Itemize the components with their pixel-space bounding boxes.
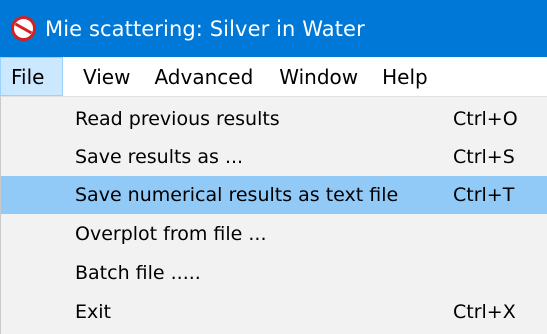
menu-advanced[interactable]: Advanced	[154, 57, 253, 96]
menu-help[interactable]: Help	[382, 57, 428, 96]
menu-item-shortcut: Ctrl+S	[453, 146, 515, 168]
menu-item-label: Read previous results	[75, 108, 280, 130]
file-dropdown-menu: Read previous results Ctrl+O Save result…	[0, 96, 547, 334]
menu-file[interactable]: File	[0, 57, 63, 96]
menu-item-label: Overplot from file ...	[75, 223, 267, 245]
menu-window[interactable]: Window	[279, 57, 358, 96]
menu-item-label: Save numerical results as text file	[75, 184, 399, 206]
menu-bar: File View Advanced Window Help	[0, 57, 547, 96]
menu-item-read-previous-results[interactable]: Read previous results Ctrl+O	[1, 100, 547, 138]
menu-item-overplot-from-file[interactable]: Overplot from file ...	[1, 215, 547, 253]
menu-item-save-results-as[interactable]: Save results as ... Ctrl+S	[1, 138, 547, 176]
menu-item-label: Exit	[75, 301, 111, 323]
window-title: Mie scattering: Silver in Water	[45, 16, 365, 41]
menu-item-save-numerical-results[interactable]: Save numerical results as text file Ctrl…	[1, 176, 547, 214]
menu-view[interactable]: View	[83, 57, 130, 96]
menu-item-batch-file[interactable]: Batch file .....	[1, 254, 547, 292]
menu-item-label: Save results as ...	[75, 146, 244, 168]
menu-item-label: Batch file .....	[75, 262, 201, 284]
app-icon[interactable]	[10, 15, 37, 42]
menu-item-shortcut: Ctrl+T	[453, 184, 515, 206]
menu-item-exit[interactable]: Exit Ctrl+X	[1, 293, 547, 331]
menu-item-shortcut: Ctrl+X	[453, 301, 516, 323]
title-bar[interactable]: Mie scattering: Silver in Water	[0, 0, 547, 57]
menu-item-shortcut: Ctrl+O	[453, 108, 518, 130]
